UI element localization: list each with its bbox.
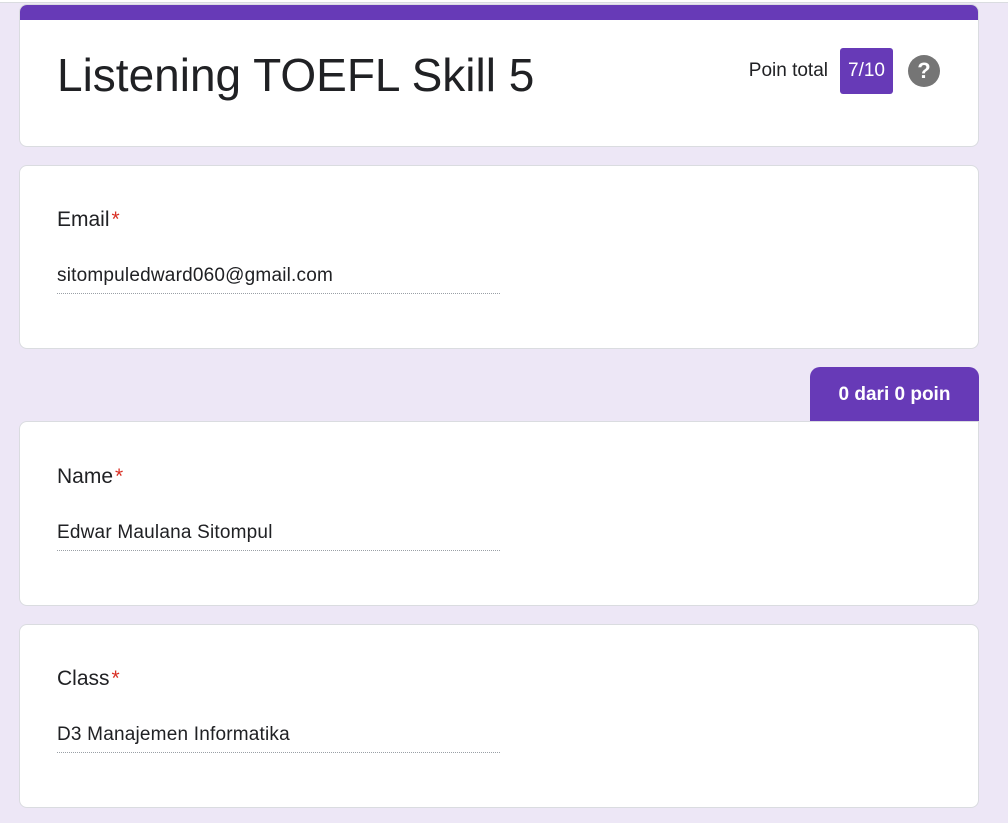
form-title: Listening TOEFL Skill 5: [57, 49, 535, 101]
form-header-card: Listening TOEFL Skill 5 Poin total 7/10 …: [19, 4, 979, 147]
name-question-card: Name* Edwar Maulana Sitompul: [19, 421, 979, 606]
form-page: Listening TOEFL Skill 5 Poin total 7/10 …: [0, 0, 1008, 823]
class-answer: D3 Manajemen Informatika: [57, 724, 500, 753]
email-question-card: Email* sitompuledward060@gmail.com: [19, 165, 979, 349]
total-score-label: Poin total: [748, 60, 829, 81]
class-question-title: Class*: [57, 667, 120, 691]
class-question-card: Class* D3 Manajemen Informatika: [19, 624, 979, 808]
email-question-title: Email*: [57, 208, 120, 232]
name-label: Name: [57, 465, 114, 488]
name-question-title: Name*: [57, 465, 123, 489]
top-divider: [0, 0, 1008, 3]
email-label: Email: [57, 208, 110, 231]
total-score-badge: 7/10: [840, 48, 893, 94]
email-answer: sitompuledward060@gmail.com: [57, 265, 500, 294]
header-accent-bar: [20, 5, 978, 20]
name-answer: Edwar Maulana Sitompul: [57, 522, 500, 551]
help-icon[interactable]: ?: [908, 55, 940, 87]
class-label: Class: [57, 667, 110, 690]
required-asterisk: *: [111, 667, 120, 690]
required-asterisk: *: [115, 465, 124, 488]
required-asterisk: *: [111, 208, 120, 231]
total-score: Poin total 7/10 ?: [749, 48, 940, 94]
section-points-tab: 0 dari 0 poin: [810, 367, 979, 422]
